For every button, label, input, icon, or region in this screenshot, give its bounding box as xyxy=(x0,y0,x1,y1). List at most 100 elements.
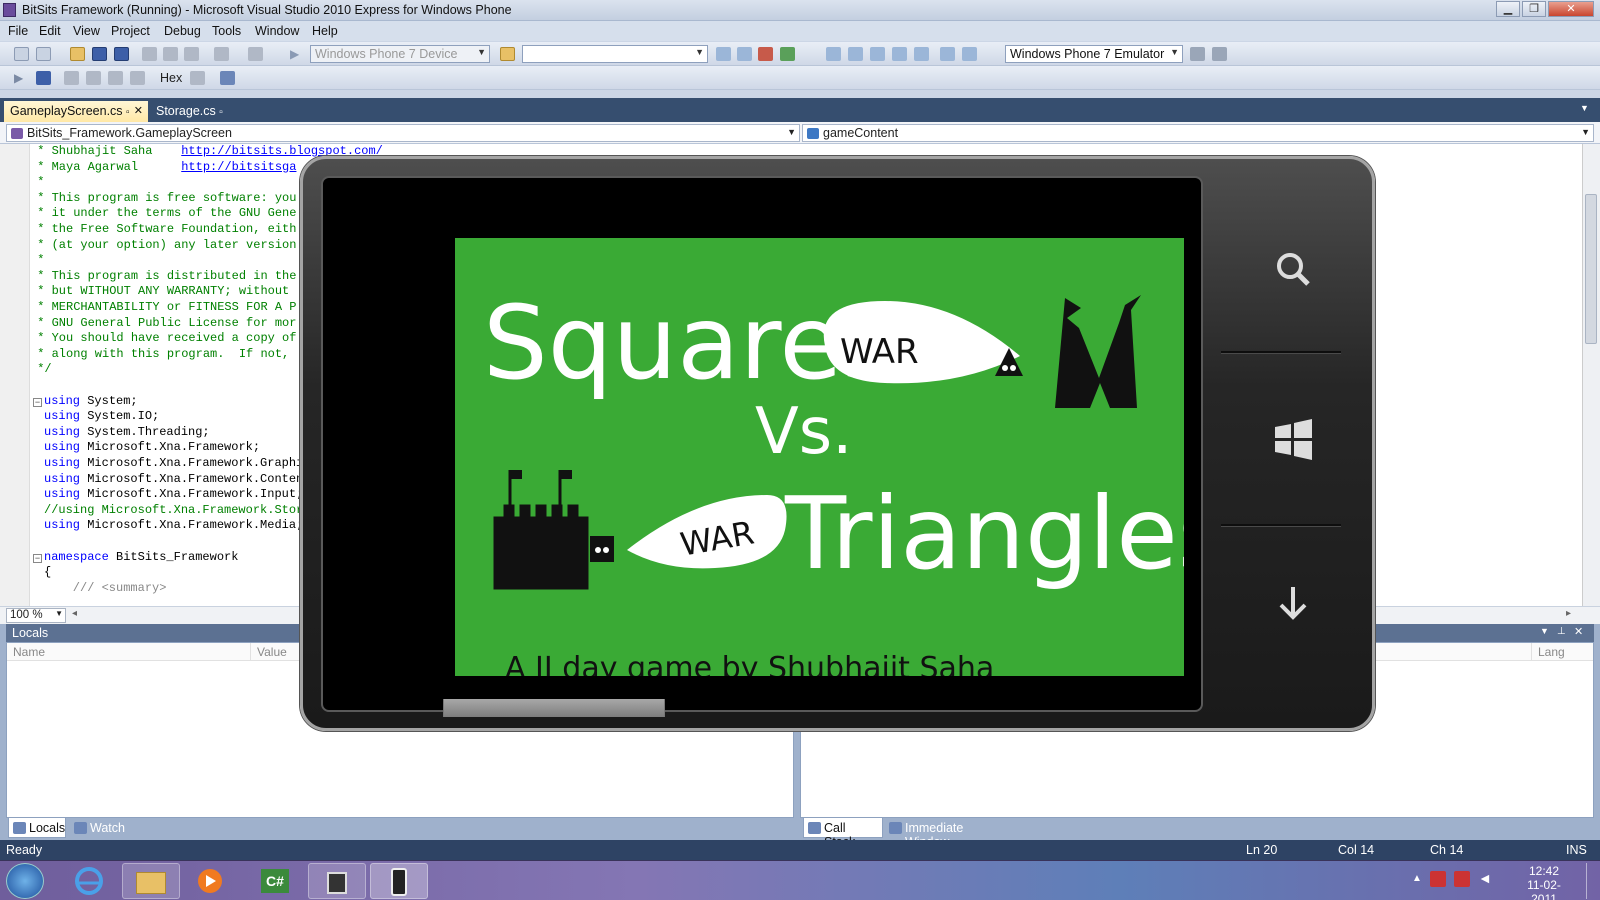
zoom-value: 100 % xyxy=(10,609,43,621)
member-combo[interactable]: gameContent ▼ xyxy=(802,124,1594,142)
dropdown-icon[interactable]: ▼ xyxy=(1540,626,1549,636)
find-in-files-icon[interactable] xyxy=(500,47,515,61)
comment-icon[interactable] xyxy=(940,47,955,61)
copy-icon[interactable] xyxy=(163,47,178,61)
scroll-thumb[interactable] xyxy=(1585,194,1597,344)
minimize-button[interactable]: ▁ xyxy=(1496,1,1520,17)
pointer-icon[interactable] xyxy=(870,47,885,61)
phone-back-button[interactable] xyxy=(1263,573,1323,633)
find-combo[interactable]: ▼ xyxy=(522,45,708,63)
windows-dropdown-icon[interactable] xyxy=(220,71,235,85)
column-header-name[interactable]: Name xyxy=(7,643,251,661)
step-over-icon[interactable] xyxy=(108,71,123,85)
chevron-down-icon: ▼ xyxy=(787,127,796,137)
collapse-toggle[interactable]: − xyxy=(33,554,42,563)
show-hidden-icons[interactable]: ▲ xyxy=(1412,873,1422,884)
solution-explorer-icon[interactable] xyxy=(716,47,731,61)
hex-button[interactable]: Hex xyxy=(160,71,182,85)
save-all-icon[interactable] xyxy=(114,47,129,61)
uncomment-icon[interactable] xyxy=(962,47,977,61)
phone-search-button[interactable] xyxy=(1263,239,1323,299)
type-combo[interactable]: BitSits_Framework.GameplayScreen ▼ xyxy=(6,124,800,142)
windows-start-button[interactable] xyxy=(6,863,44,899)
menu-view[interactable]: View xyxy=(73,24,100,38)
paste-icon[interactable] xyxy=(184,47,199,61)
step-into-icon[interactable] xyxy=(86,71,101,85)
undo-icon[interactable] xyxy=(214,47,229,61)
new-project-icon[interactable] xyxy=(14,47,29,61)
maximize-button[interactable]: ❐ xyxy=(1522,1,1546,17)
tab-storage-label: Storage.cs xyxy=(156,104,216,118)
media-player-icon[interactable] xyxy=(184,863,242,899)
close-button[interactable]: ✕ xyxy=(1548,1,1594,17)
pin-icon[interactable]: ⊥ xyxy=(1557,626,1566,637)
tab-gameplayscreen[interactable]: GameplayScreen.cs ▫ ✕ xyxy=(4,101,148,122)
scroll-right-icon[interactable]: ▸ xyxy=(1566,608,1571,619)
step-icon[interactable] xyxy=(826,47,841,61)
step-out-icon[interactable] xyxy=(130,71,145,85)
menu-edit[interactable]: Edit xyxy=(39,24,61,38)
menu-file[interactable]: File xyxy=(8,24,28,38)
game-screen[interactable]: Squares WAR Vs. WAR Triangle A II day ga… xyxy=(455,238,1184,676)
action-center-icon[interactable] xyxy=(1454,871,1470,887)
threads-icon[interactable] xyxy=(190,71,205,85)
menu-window[interactable]: Window xyxy=(255,24,299,38)
stop-debugging-icon[interactable] xyxy=(36,71,51,85)
properties-icon[interactable] xyxy=(737,47,752,61)
collapse-toggle[interactable]: − xyxy=(33,398,42,407)
show-next-statement-icon[interactable] xyxy=(64,71,79,85)
toolbox-icon[interactable] xyxy=(758,47,773,61)
title-vs: Vs. xyxy=(755,395,852,469)
file-explorer-icon[interactable] xyxy=(122,863,180,899)
network-icon[interactable] xyxy=(1430,871,1446,887)
phone-screen-frame: Squares WAR Vs. WAR Triangle A II day ga… xyxy=(321,176,1203,712)
start-debugging-icon[interactable]: ▶ xyxy=(290,47,305,61)
add-item-icon[interactable] xyxy=(36,47,51,61)
windows-phone-emulator[interactable]: Squares WAR Vs. WAR Triangle A II day ga… xyxy=(300,156,1375,731)
cut-icon[interactable] xyxy=(142,47,157,61)
volume-icon[interactable]: ◄ xyxy=(1478,870,1492,886)
tab-storage[interactable]: Storage.cs ▫ xyxy=(150,101,232,122)
deploy-icon[interactable] xyxy=(1190,47,1205,61)
connect-icon[interactable] xyxy=(1212,47,1227,61)
menu-debug[interactable]: Debug xyxy=(164,24,201,38)
menu-help[interactable]: Help xyxy=(312,24,338,38)
phone-icon[interactable] xyxy=(370,863,428,899)
tab-overflow-icon[interactable]: ▼ xyxy=(1580,103,1589,113)
show-desktop-button[interactable] xyxy=(1586,863,1598,899)
internet-explorer-icon[interactable] xyxy=(60,863,118,899)
code-link[interactable]: http://bitsitsga xyxy=(181,160,296,174)
csharp-icon[interactable]: C# xyxy=(246,863,304,899)
tab-locals[interactable]: Locals xyxy=(8,818,66,838)
outdent-icon[interactable] xyxy=(914,47,929,61)
windows-start-icon xyxy=(1275,419,1312,460)
menu-project[interactable]: Project xyxy=(111,24,150,38)
game-title-art: Squares WAR Vs. WAR Triangle A II day ga… xyxy=(483,284,1184,676)
save-icon[interactable] xyxy=(92,47,107,61)
start-page-icon[interactable] xyxy=(780,47,795,61)
system-clock[interactable]: 12:42 11-02-2011 xyxy=(1516,864,1572,900)
deploy-target-combo[interactable]: Windows Phone 7 Emulator ▼ xyxy=(1005,45,1183,63)
code-line: using Microsoft.Xna.Framework.Input; xyxy=(44,487,304,502)
menu-tools[interactable]: Tools xyxy=(212,24,241,38)
redo-icon[interactable] xyxy=(248,47,263,61)
emulator-icon[interactable] xyxy=(308,863,366,899)
format-icon[interactable] xyxy=(892,47,907,61)
column-header-lang[interactable]: Lang xyxy=(1531,643,1593,661)
close-icon[interactable]: ✕ xyxy=(1574,625,1583,638)
member-combo-value: gameContent xyxy=(823,126,899,140)
target-device-combo[interactable]: Windows Phone 7 Device ▼ xyxy=(310,45,490,63)
open-folder-icon[interactable] xyxy=(70,47,85,61)
scroll-left-icon[interactable]: ◂ xyxy=(72,608,77,619)
code-line: */ xyxy=(30,362,52,377)
editor-vertical-scrollbar[interactable] xyxy=(1582,144,1600,606)
close-tab-icon[interactable]: ✕ xyxy=(134,104,143,117)
tab-immediate-window[interactable]: Immediate Window xyxy=(885,818,1015,849)
pin-icon: ▫ xyxy=(126,107,130,118)
tab-watch[interactable]: Watch xyxy=(70,818,136,838)
zoom-combo[interactable]: 100 % ▼ xyxy=(6,608,66,623)
breakpoint-icon[interactable] xyxy=(848,47,863,61)
continue-icon[interactable]: ▶ xyxy=(14,71,29,85)
phone-start-button[interactable] xyxy=(1263,409,1323,469)
tab-call-stack[interactable]: Call Stack xyxy=(803,818,883,849)
